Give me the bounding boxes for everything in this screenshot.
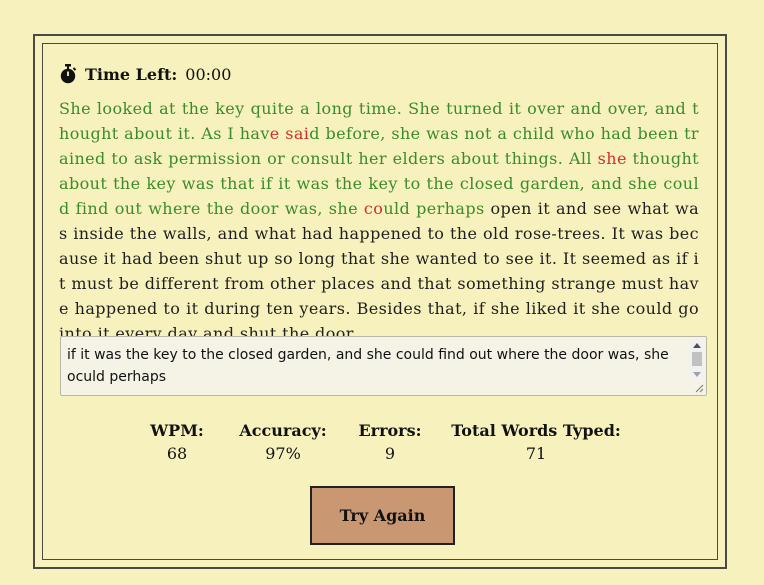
stat-label: Total Words Typed: (451, 421, 621, 440)
scroll-up-icon[interactable] (693, 343, 701, 348)
passage-segment-error: co (363, 199, 384, 218)
timer: Time Left: 00:00 (59, 62, 231, 86)
stat-value: 97% (265, 444, 301, 463)
stat-errors: Errors: 9 (350, 420, 430, 466)
stopwatch-icon (60, 64, 77, 84)
try-again-button[interactable]: Try Again (310, 486, 455, 545)
stat-label: Errors: (358, 421, 422, 440)
passage-segment-error: she (597, 149, 627, 168)
scroll-thumb[interactable] (692, 352, 702, 366)
passage-text: She looked at the key quite a long time.… (59, 96, 699, 338)
typing-input[interactable]: if it was the key to the closed garden, … (60, 336, 707, 396)
timer-value: 00:00 (185, 64, 232, 84)
input-scrollbar[interactable] (690, 339, 704, 379)
stat-label: WPM: (150, 421, 204, 440)
stat-wpm: WPM: 68 (135, 420, 219, 466)
typing-input-value: if it was the key to the closed garden, … (67, 347, 669, 385)
passage-segment-error: e (269, 124, 280, 143)
stat-value: 9 (384, 444, 396, 463)
scroll-down-icon[interactable] (693, 372, 701, 377)
stat-total-words: Total Words Typed: 71 (446, 420, 626, 466)
stat-accuracy: Accuracy: 97% (234, 420, 332, 466)
stat-label: Accuracy: (239, 421, 327, 440)
stat-value: 71 (525, 444, 547, 463)
passage-segment-correct: uld perhaps (383, 199, 485, 218)
passage-segment-pending: open it and see what was inside the wall… (59, 199, 699, 338)
passage-segment-error: sai (285, 124, 310, 143)
resize-handle-icon[interactable] (694, 383, 704, 393)
stat-value: 68 (166, 444, 188, 463)
stats-panel: WPM: 68 Accuracy: 97% Errors: 9 Total Wo… (0, 420, 764, 468)
timer-label: Time Left: (85, 64, 178, 84)
